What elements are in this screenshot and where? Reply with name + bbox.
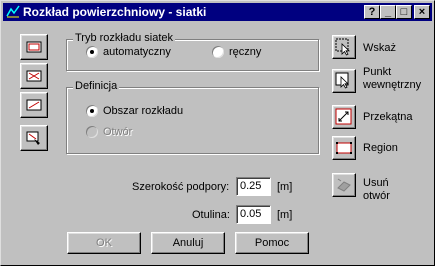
szerokosc-field[interactable]: 0.25 <box>236 177 271 196</box>
window-title: Rozkład powierzchniowy - siatki <box>23 5 207 19</box>
otulina-field[interactable]: 0.05 <box>236 205 271 224</box>
region-button[interactable] <box>332 136 356 160</box>
region-icon <box>336 142 352 154</box>
maximize-button[interactable]: □ <box>396 5 412 19</box>
title-bar[interactable]: Rozkład powierzchniowy - siatki ? _ □ × <box>3 3 432 21</box>
przekatna-label: Przekątna <box>363 111 413 123</box>
mesh-cross-tool-button[interactable] <box>20 63 48 89</box>
mesh-diagonal-tool-button[interactable] <box>20 92 48 118</box>
radio-reczny-label: ręczny <box>229 46 262 58</box>
mesh-edit-icon <box>26 131 40 145</box>
minimize-button[interactable]: _ <box>380 5 396 19</box>
diagonal-icon <box>335 108 352 125</box>
przekatna-button[interactable] <box>332 105 356 129</box>
wskaz-label: Wskaż <box>363 42 396 54</box>
otulina-unit: [m] <box>277 209 293 221</box>
wskaz-button[interactable] <box>332 35 356 59</box>
dialog-window: Rozkład powierzchniowy - siatki ? _ □ × … <box>0 0 435 266</box>
punkt-wewnetrzny-button[interactable] <box>332 69 356 93</box>
szerokosc-unit: [m] <box>277 181 293 193</box>
szerokosc-label: Szerokość podpory: <box>132 181 230 193</box>
pomoc-button[interactable]: Pomoc <box>235 232 309 254</box>
region-label: Region <box>363 142 398 154</box>
mesh-rect-icon <box>26 41 42 53</box>
radio-obszar-rozkladu-label: Obszar rozkładu <box>103 105 184 117</box>
eraser-icon <box>337 178 351 192</box>
radio-otwor <box>86 126 98 138</box>
radio-reczny[interactable] <box>212 46 224 58</box>
definicja-group <box>66 87 319 154</box>
select-pointer-icon <box>335 38 350 56</box>
mesh-rect-tool-button[interactable] <box>20 34 48 60</box>
tryb-group-label: Tryb rozkładu siatek <box>73 32 176 44</box>
mesh-edit-tool-button[interactable] <box>20 125 48 151</box>
mesh-diagonal-icon <box>26 99 42 111</box>
help-button[interactable]: ? <box>364 5 380 19</box>
mesh-cross-icon <box>26 70 42 82</box>
definicja-group-label: Definicja <box>73 80 120 92</box>
punkt-label-1: Punkt <box>363 66 392 78</box>
anuluj-button[interactable]: Anuluj <box>151 232 225 254</box>
punkt-label-2: wewnętrzny <box>363 79 422 91</box>
otulina-label: Otulina: <box>192 209 230 221</box>
inner-point-icon <box>335 72 349 89</box>
radio-automatyczny[interactable] <box>86 46 98 58</box>
ok-button: OK <box>67 232 141 254</box>
radio-obszar-rozkladu[interactable] <box>86 105 98 117</box>
close-button[interactable]: × <box>414 5 430 19</box>
radio-otwor-label: Otwór <box>103 126 133 138</box>
radio-automatyczny-label: automatyczny <box>103 46 171 58</box>
usun-label-1: Usuń <box>363 177 389 189</box>
usun-otwor-button <box>332 173 356 197</box>
app-icon <box>6 5 20 18</box>
usun-label-2: otwór <box>363 190 390 202</box>
